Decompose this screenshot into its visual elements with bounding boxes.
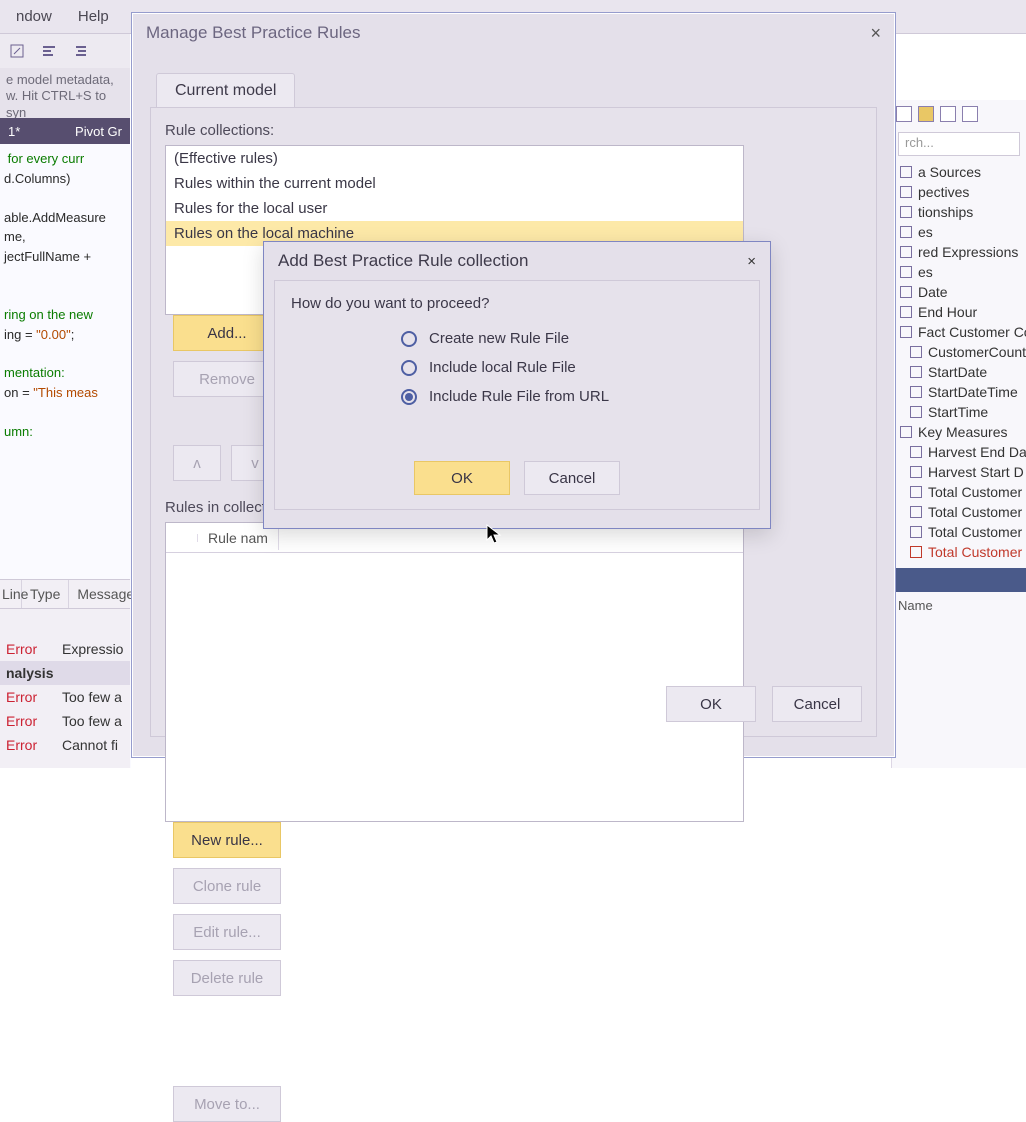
tree-node[interactable]: Total Customer xyxy=(892,502,1026,522)
radio-icon[interactable] xyxy=(401,360,417,376)
clone-rule-button[interactable]: Clone rule xyxy=(173,868,281,904)
msg-col-line[interactable]: Line xyxy=(0,580,22,608)
info-bar: e model metadata, w. Hit CTRL+S to syn xyxy=(0,68,130,118)
move-up-button[interactable]: ʌ xyxy=(173,445,221,481)
radio-label: Include local Rule File xyxy=(429,359,576,376)
menu-help[interactable]: Help xyxy=(70,4,117,29)
tree-node[interactable]: StartTime xyxy=(892,402,1026,422)
tree-node[interactable]: red Expressions xyxy=(892,242,1026,262)
radio-label: Create new Rule File xyxy=(429,330,569,347)
editor-tabs: 1* Pivot Gr xyxy=(0,118,130,144)
tree-node[interactable]: Harvest Start D xyxy=(892,462,1026,482)
edit-rule-button[interactable]: Edit rule... xyxy=(173,914,281,950)
dialog-cancel-button[interactable]: Cancel xyxy=(772,686,862,722)
radio-icon[interactable] xyxy=(401,389,417,405)
tree-node[interactable]: Total Customer xyxy=(892,482,1026,502)
tree-node[interactable]: Harvest End Da xyxy=(892,442,1026,462)
list-item[interactable]: Rules within the current model xyxy=(166,171,743,196)
explorer-tool-icon[interactable] xyxy=(962,106,978,122)
tool-icon-1[interactable] xyxy=(6,40,28,62)
radio-create-new[interactable]: Create new Rule File xyxy=(401,330,743,347)
new-rule-button[interactable]: New rule... xyxy=(173,822,281,858)
tree-node[interactable]: es xyxy=(892,262,1026,282)
dialog2-ok-button[interactable]: OK xyxy=(414,461,510,495)
grid-col-rulename[interactable]: Rule nam xyxy=(198,526,279,550)
tree-node[interactable]: es xyxy=(892,222,1026,242)
tree-node[interactable]: tionships xyxy=(892,202,1026,222)
rules-grid[interactable]: Rule nam xyxy=(165,522,744,822)
tree-node[interactable]: pectives xyxy=(892,182,1026,202)
msg-row[interactable]: ErrorExpressio xyxy=(0,637,130,661)
msg-row[interactable]: ErrorCannot fi xyxy=(0,733,130,757)
dialog2-titlebar: Add Best Practice Rule collection × xyxy=(264,242,770,280)
msg-row[interactable]: ErrorToo few a xyxy=(0,709,130,733)
msg-section: nalysis xyxy=(0,661,130,685)
tree-node[interactable]: a Sources xyxy=(892,162,1026,182)
dialog-titlebar: Manage Best Practice Rules × xyxy=(132,13,895,53)
list-item[interactable]: (Effective rules) xyxy=(166,146,743,171)
dialog2-title: Add Best Practice Rule collection xyxy=(278,251,528,271)
tab-current-model[interactable]: Current model xyxy=(156,73,295,108)
close-icon[interactable]: × xyxy=(747,253,756,270)
explorer-tool-icon[interactable] xyxy=(896,106,912,122)
radio-include-url[interactable]: Include Rule File from URL xyxy=(401,388,743,405)
tree-node[interactable]: StartDate xyxy=(892,362,1026,382)
toolbar xyxy=(0,34,130,68)
dialog2-cancel-button[interactable]: Cancel xyxy=(524,461,620,495)
menu-window[interactable]: ndow xyxy=(8,4,60,29)
list-item[interactable]: Rules for the local user xyxy=(166,196,743,221)
editor-tab-pivot[interactable]: Pivot Gr xyxy=(67,120,130,143)
messages-panel: Line Type Message ErrorExpressio nalysis… xyxy=(0,579,130,768)
collections-label: Rule collections: xyxy=(165,122,862,139)
dialog-ok-button[interactable]: OK xyxy=(666,686,756,722)
properties-header: Name xyxy=(892,592,1026,619)
tool-icon-2[interactable] xyxy=(38,40,60,62)
tree-node[interactable]: Key Measures xyxy=(892,422,1026,442)
delete-rule-button[interactable]: Delete rule xyxy=(173,960,281,996)
explorer-tool-icon[interactable] xyxy=(940,106,956,122)
radio-icon[interactable] xyxy=(401,331,417,347)
dialog-title: Manage Best Practice Rules xyxy=(146,23,361,43)
tree-node[interactable]: Total Customer xyxy=(892,522,1026,542)
tool-icon-3[interactable] xyxy=(70,40,92,62)
tree-node[interactable]: End Hour xyxy=(892,302,1026,322)
tree-node[interactable]: CustomerCount xyxy=(892,342,1026,362)
explorer-search[interactable]: rch... xyxy=(898,132,1020,156)
msg-col-type[interactable]: Type xyxy=(22,580,69,608)
tree-node[interactable]: Total Customer xyxy=(892,542,1026,562)
dialog2-question: How do you want to proceed? xyxy=(291,295,743,312)
explorer-tool-icon[interactable] xyxy=(918,106,934,122)
msg-row[interactable]: ErrorToo few a xyxy=(0,685,130,709)
tree-node[interactable]: Date xyxy=(892,282,1026,302)
properties-divider xyxy=(892,568,1026,592)
close-icon[interactable]: × xyxy=(870,23,881,44)
explorer-panel: rch... a Sources pectives tionships es r… xyxy=(891,100,1026,768)
tree-node[interactable]: StartDateTime xyxy=(892,382,1026,402)
explorer-tree[interactable]: a Sources pectives tionships es red Expr… xyxy=(892,160,1026,564)
radio-include-local[interactable]: Include local Rule File xyxy=(401,359,743,376)
explorer-toolbar xyxy=(892,100,1026,128)
editor-tab-file[interactable]: 1* xyxy=(0,120,28,143)
move-to-button[interactable]: Move to... xyxy=(173,1086,281,1122)
add-rule-collection-dialog: Add Best Practice Rule collection × How … xyxy=(263,241,771,529)
tree-node[interactable]: Fact Customer Cou xyxy=(892,322,1026,342)
radio-label: Include Rule File from URL xyxy=(429,388,609,405)
